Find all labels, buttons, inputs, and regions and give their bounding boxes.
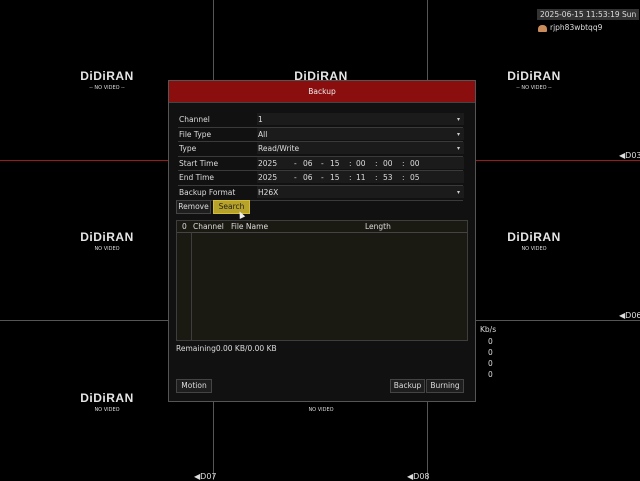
year-field[interactable]: 2025 [258,157,277,170]
camera-tile-3[interactable]: DiDiRAN -- NO VIDEO -- [489,69,579,91]
channel-row: Channel 1 ▾ [178,113,464,128]
bitrate-value: 0 [488,337,493,346]
minute-field[interactable]: 00 [383,157,393,170]
select-value: Read/Write [258,144,300,154]
channel-column-header: Channel [193,222,224,231]
file-type-select[interactable]: All ▾ [257,127,464,140]
dropdown-arrow-icon: ▾ [456,188,460,196]
channel-label-d06: ◀D06 [619,311,640,320]
burning-button[interactable]: Burning [426,379,464,393]
end-time-field[interactable]: 2025 - 06 - 15 : 11 : 53 : 05 [257,171,464,184]
time-separator: : [349,173,352,183]
no-video-label: -- NO VIDEO -- [89,85,125,91]
month-field[interactable]: 06 [303,171,313,184]
file-name-column-header: File Name [231,222,269,231]
dropdown-arrow-icon: ▾ [456,116,460,123]
camera-tile-7[interactable]: DiDiRAN NO VIDEO [62,391,152,413]
camera-tile-4[interactable]: DiDiRAN NO VIDEO [62,230,152,252]
no-video-label: NO VIDEO [521,246,547,252]
month-field[interactable]: 06 [303,157,313,170]
bitrate-value: 0 [488,370,493,379]
brand-logo: DiDiRAN [80,230,134,244]
backup-form: Channel 1 ▾ File Type All ▾ Type Read/Writ… [178,113,464,201]
second-field[interactable]: 05 [410,171,420,184]
dropdown-arrow-icon: ▾ [456,130,460,138]
day-field[interactable]: 15 [330,157,340,170]
time-separator: : [375,158,378,168]
select-value: 1 [258,115,263,124]
no-video-label: -- NO VIDEO -- [516,85,552,91]
field-label: Backup Format [179,187,236,197]
brand-logo: DiDiRAN [80,69,134,83]
backup-format-row: Backup Format H26X ▾ [178,185,464,201]
field-label: Type [179,144,197,154]
select-value: All [258,129,268,139]
minute-field[interactable]: 53 [383,171,393,184]
hour-field[interactable]: 11 [356,171,366,184]
time-separator: : [402,173,405,183]
type-select[interactable]: Read/Write ▾ [257,142,464,155]
select-value: H26X [258,187,279,197]
date-separator: - [294,158,297,168]
camera-tile-6[interactable]: DiDiRAN NO VIDEO [489,230,579,252]
brand-logo: DiDiRAN [80,391,134,405]
field-label: End Time [179,173,214,183]
start-time-row: Start Time 2025 - 06 - 15 : 00 : 00 : 00 [178,156,464,172]
channel-label-d03: ◀D03 [619,151,640,160]
no-video-label: NO VIDEO [308,407,334,413]
no-video-label: NO VIDEO [94,246,120,252]
bitrate-value: 0 [488,359,493,368]
index-column-header: 0 [182,222,187,231]
channel-select[interactable]: 1 ▾ [257,113,464,125]
bitrate-unit: Kb/s [480,325,497,334]
date-separator: - [321,158,324,168]
time-separator: : [375,173,378,183]
time-separator: : [402,158,405,168]
date-separator: - [294,173,297,183]
table-header: 0 Channel File Name Length [177,221,467,233]
backup-format-select[interactable]: H26X ▾ [257,185,464,198]
remaining-space-text: Remaining0.00 KB/0.00 KB [176,344,277,353]
dialog-title[interactable]: Backup [169,81,475,103]
length-column-header: Length [365,222,391,231]
dropdown-arrow-icon: ▾ [456,145,460,153]
file-list-table: 0 Channel File Name Length [176,220,468,341]
user-icon [538,24,547,32]
day-field[interactable]: 15 [330,171,340,184]
bitrate-value: 0 [488,348,493,357]
brand-logo: DiDiRAN [507,230,561,244]
column-divider [191,232,192,340]
date-separator: - [321,173,324,183]
remove-button[interactable]: Remove [176,200,211,214]
motion-button[interactable]: Motion [176,379,212,393]
camera-tile-8[interactable]: NO VIDEO [276,405,366,413]
file-type-row: File Type All ▾ [178,127,464,143]
second-field[interactable]: 00 [410,157,420,170]
time-separator: : [349,158,352,168]
type-row: Type Read/Write ▾ [178,142,464,157]
user-indicator: rjph83wbtqq9 [538,23,602,32]
field-label: Start Time [179,158,219,168]
search-button[interactable]: Search [213,200,250,214]
end-time-row: End Time 2025 - 06 - 15 : 11 : 53 : 05 [178,171,464,186]
username: rjph83wbtqq9 [550,23,603,32]
backup-button[interactable]: Backup [390,379,425,393]
year-field[interactable]: 2025 [258,171,277,184]
datetime-display: 2025-06-15 11:53:19 Sun [537,9,640,20]
field-label: Channel [179,115,210,124]
brand-logo: DiDiRAN [507,69,561,83]
field-label: File Type [179,129,212,139]
camera-tile-1[interactable]: DiDiRAN -- NO VIDEO -- [62,69,152,91]
hour-field[interactable]: 00 [356,157,366,170]
start-time-field[interactable]: 2025 - 06 - 15 : 00 : 00 : 00 [257,156,464,170]
no-video-label: NO VIDEO [94,407,120,413]
